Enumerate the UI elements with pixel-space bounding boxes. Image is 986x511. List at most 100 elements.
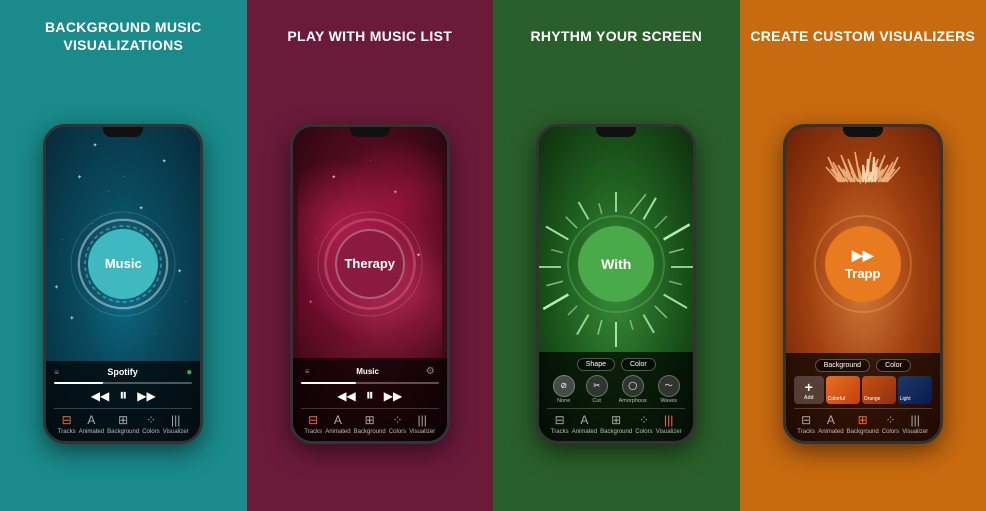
tool-none-btn[interactable]: ⊘ <box>553 375 575 397</box>
thumb-add[interactable]: + Add <box>794 376 824 404</box>
colors-icon-1: ⁘ <box>146 413 156 427</box>
phone-wrapper-4: ▶▶ Trapp Background Color <box>750 66 977 501</box>
tool-waves-btn[interactable]: 〜 <box>658 375 680 397</box>
tracks-label-2: Tracks <box>304 429 322 435</box>
bottom-icon-colors-2[interactable]: ⁘ Colors <box>389 413 406 435</box>
bg-label-3: Background <box>600 429 632 435</box>
animated-label-4: Animated <box>818 429 843 435</box>
tool-buttons-row-3: ⊘ None ✂ Cut ◯ Amorphous 〜 <box>547 375 685 404</box>
prev-button-2[interactable]: ◀◀ <box>337 389 355 403</box>
panel-1-title: BACKGROUND MUSIC VISUALIZATIONS <box>10 18 237 54</box>
tool-amorphous-btn[interactable]: ◯ <box>622 375 644 397</box>
thumb-colorful[interactable]: Colorful <box>826 376 860 404</box>
colors-icon-2: ⁘ <box>392 413 402 427</box>
colors-icon-3: ⁘ <box>639 413 649 427</box>
phone-bottom-4: Background Color + Add Colorful <box>786 353 940 441</box>
bg-icon-1: ⊞ <box>118 413 128 427</box>
bottom-icon-bg-3[interactable]: ⊞ Background <box>600 413 632 435</box>
bottom-icon-viz-2[interactable]: ||| Visualizer <box>409 413 435 435</box>
tool-cut-btn[interactable]: ✂ <box>586 375 608 397</box>
viz-icon-1: ||| <box>171 413 180 427</box>
tool-none[interactable]: ⊘ None <box>553 375 575 404</box>
pause-button-2[interactable]: ⏸ <box>366 387 374 405</box>
tracks-icon-3: ⊟ <box>555 413 565 427</box>
background-pill[interactable]: Background <box>815 359 870 372</box>
color-pill[interactable]: Color <box>621 358 656 371</box>
color-pill-4[interactable]: Color <box>876 359 911 372</box>
bottom-icon-tracks-4[interactable]: ⊟ Tracks <box>797 413 815 435</box>
phone-wrapper-2: ✦ ✦ · ✦ ✦ · Therapy <box>257 66 484 501</box>
bottom-icon-tracks-3[interactable]: ⊟ Tracks <box>551 413 569 435</box>
bottom-icon-bg-2[interactable]: ⊞ Background <box>354 413 386 435</box>
spotify-bar: ≡ Spotify ● <box>54 367 192 378</box>
bottom-icon-colors-3[interactable]: ⁘ Colors <box>635 413 652 435</box>
bottom-icon-viz-1[interactable]: ||| Visualizer <box>163 413 189 435</box>
bottom-icon-bg-4[interactable]: ⊞ Background <box>847 413 879 435</box>
animated-icon-2: A <box>334 413 342 427</box>
phone-2: ✦ ✦ · ✦ ✦ · Therapy <box>290 124 450 444</box>
center-circle-3: With <box>571 219 661 309</box>
viz-icon-3: ||| <box>664 413 673 427</box>
bg-color-row: Background Color <box>794 359 932 372</box>
progress-bar-2[interactable] <box>301 382 439 384</box>
music-label-2: Music <box>356 367 379 376</box>
viz-label-2: Visualizer <box>409 429 435 435</box>
animated-icon-4: A <box>827 413 835 427</box>
phone-4-bg: ▶▶ Trapp Background Color <box>786 127 940 441</box>
tool-waves[interactable]: 〜 Waves <box>658 375 680 404</box>
phone-bottom-3: Shape Color ⊘ None ✂ Cut <box>539 352 693 441</box>
viz-icon-4: ||| <box>911 413 920 427</box>
shape-pill[interactable]: Shape <box>577 358 615 371</box>
prev-button-1[interactable]: ◀◀ <box>91 389 109 403</box>
bottom-icon-animated-2[interactable]: A Animated <box>325 413 350 435</box>
thumb-orange[interactable]: Orange <box>862 376 896 404</box>
thumb-light[interactable]: Light <box>898 376 932 404</box>
next-button-1[interactable]: ▶▶ <box>137 389 155 403</box>
tool-cut[interactable]: ✂ Cut <box>586 375 608 404</box>
panel-3-title: RHYTHM YOUR SCREEN <box>530 18 702 54</box>
panel-music-list: PLAY WITH MUSIC LIST ✦ ✦ · ✦ ✦ · <box>247 0 494 511</box>
viz-label-4: Visualizer <box>902 429 928 435</box>
bottom-icon-animated-1[interactable]: A Animated <box>79 413 104 435</box>
pause-button-1[interactable]: ⏸ <box>119 387 127 405</box>
center-circle-4: ▶▶ Trapp <box>818 219 908 309</box>
visualizer-ring-2: Therapy <box>325 219 415 309</box>
tool-amorphous[interactable]: ◯ Amorphous <box>619 375 647 404</box>
phone-bottom-1: ≡ Spotify ● ◀◀ ⏸ ▶▶ ⊟ <box>46 361 200 441</box>
animated-icon-1: A <box>87 413 95 427</box>
play-button-2[interactable]: Therapy <box>335 229 405 299</box>
panel-custom-visualizers: CREATE CUSTOM VISUALIZERS <box>740 0 986 511</box>
thumb-strip-4: + Add Colorful Orange Light <box>794 376 932 404</box>
bottom-icon-animated-4[interactable]: A Animated <box>818 413 843 435</box>
visualizer-ring-3: With <box>571 219 661 309</box>
bottom-icon-tracks-2[interactable]: ⊟ Tracks <box>304 413 322 435</box>
bottom-icons-1: ⊟ Tracks A Animated ⊞ Background ⁘ <box>54 408 192 437</box>
panel-rhythm-screen: RHYTHM YOUR SCREEN <box>493 0 740 511</box>
bottom-icon-colors-1[interactable]: ⁘ Colors <box>142 413 159 435</box>
panel-4-title: CREATE CUSTOM VISUALIZERS <box>750 18 975 54</box>
progress-bar-1[interactable] <box>54 382 192 384</box>
bottom-icon-colors-4[interactable]: ⁘ Colors <box>882 413 899 435</box>
bottom-icon-animated-3[interactable]: A Animated <box>572 413 597 435</box>
tracks-icon-1: ⊟ <box>62 413 72 427</box>
animated-label-2: Animated <box>325 429 350 435</box>
play-button-1[interactable]: Music <box>88 229 158 299</box>
viz-label-1: Visualizer <box>163 429 189 435</box>
play-button-4[interactable]: ▶▶ Trapp <box>825 226 901 302</box>
next-button-2[interactable]: ▶▶ <box>384 389 402 403</box>
bg-label-4: Background <box>847 429 879 435</box>
music-bar-2: ≡ Music ⚙ <box>301 364 439 379</box>
bottom-icon-viz-4[interactable]: ||| Visualizer <box>902 413 928 435</box>
bottom-icons-4: ⊟ Tracks A Animated ⊞ Background ⁘ <box>794 408 932 437</box>
phone-1-bg: ✦ ✦ ✦ · ✦ · · ✦ · · ✦ ✦ · ✦ <box>46 127 200 441</box>
tracks-label-3: Tracks <box>551 429 569 435</box>
bg-icon-4: ⊞ <box>858 413 868 427</box>
animated-label-1: Animated <box>79 429 104 435</box>
bottom-icon-viz-3[interactable]: ||| Visualizer <box>656 413 682 435</box>
progress-fill-2 <box>301 382 356 384</box>
bottom-icon-tracks-1[interactable]: ⊟ Tracks <box>58 413 76 435</box>
viz-label-3: Visualizer <box>656 429 682 435</box>
visualizer-ring-1: Music <box>78 219 168 309</box>
play-button-3[interactable]: With <box>578 226 654 302</box>
bottom-icon-bg-1[interactable]: ⊞ Background <box>107 413 139 435</box>
